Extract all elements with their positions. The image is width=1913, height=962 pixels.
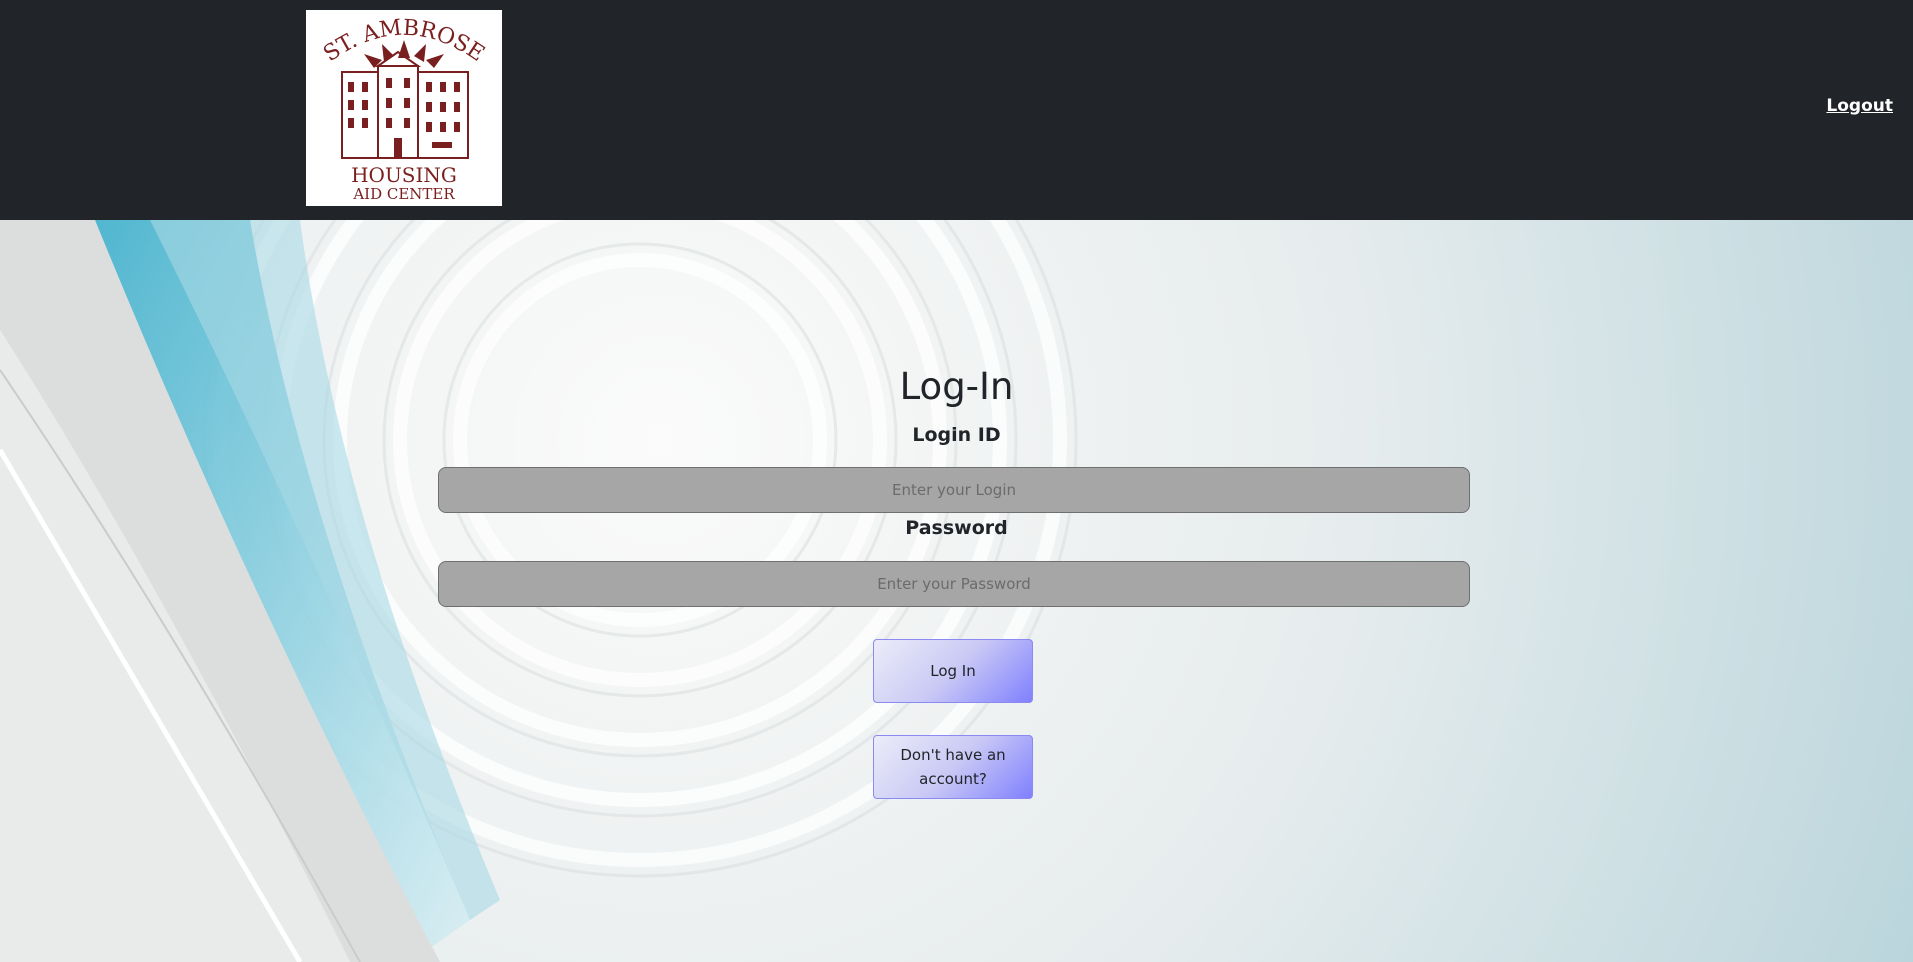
password-label: Password xyxy=(905,517,1008,539)
login-button[interactable]: Log In xyxy=(873,639,1033,703)
login-id-label: Login ID xyxy=(912,424,1001,446)
login-page-body: Log-In Login ID Password Log In Don't ha… xyxy=(0,220,1913,962)
svg-text:HOUSING: HOUSING xyxy=(351,163,457,187)
page-title: Log-In xyxy=(899,365,1014,408)
top-navbar: ST. AMBROSE HOUSING AID CENTER Logout xyxy=(0,0,1913,220)
svg-text:AID CENTER: AID CENTER xyxy=(352,185,455,203)
st-ambrose-logo[interactable]: ST. AMBROSE HOUSING AID CENTER xyxy=(306,10,502,206)
signup-link-button[interactable]: Don't have an account? xyxy=(873,735,1033,799)
login-id-input[interactable] xyxy=(438,467,1470,513)
logout-link[interactable]: Logout xyxy=(1826,96,1893,116)
password-input[interactable] xyxy=(438,561,1470,607)
